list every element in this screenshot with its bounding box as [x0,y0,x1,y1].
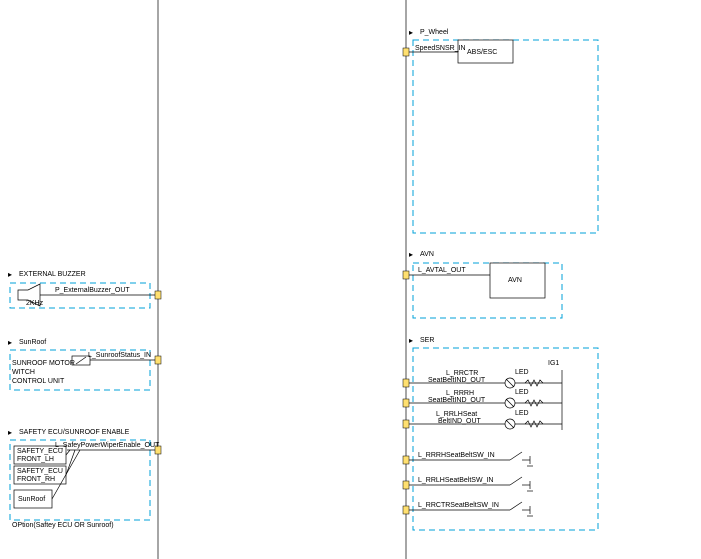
group-header-ser: SER [420,337,434,344]
signal-avtal: L_AVTAL_OUT [418,267,466,274]
group-header-extbuzzer: EXTERNAL BUZZER [19,271,86,278]
group-header-safety: SAFETY ECU/SUNROOF ENABLE [19,429,129,436]
ser-led3: LED [515,410,529,417]
group-header-p-wheel: P_Wheel [420,29,448,36]
ser-ig1: IG1 [548,360,559,367]
ser-s4: L_RRRHSeatBeltSW_IN [418,452,495,459]
ser-led2: LED [515,389,529,396]
ser-s1b: SeatBeltIND_OUT [428,377,485,384]
block-avn: AVN [508,277,522,284]
safety-option: OPtion(Saftey ECU OR Sunroof) [12,522,114,529]
safety-row2: FRONT_LH [17,456,54,463]
ser-s2b: SeatBeltIND_OUT [428,397,485,404]
group-header-safety-arrow [8,428,12,437]
group-header-sunroof-arrow [8,338,12,347]
group-header-extbuzzer-arrow [8,270,12,279]
sunroof-unit3: CONTROL UNIT [12,378,64,385]
safety-row4: FRONT_RH [17,476,55,483]
safety-row5: SunRoof [18,496,45,503]
ser-s2a: L_RRRH [446,390,474,397]
ser-led1: LED [515,369,529,376]
wiring-diagram [0,0,701,559]
sunroof-unit2: WITCH [12,369,35,376]
group-header-ser-arrow [409,336,413,345]
sunroof-unit1: SUNROOF MOTOR [12,360,75,367]
safety-row3: SAFETY_ECU [17,468,63,475]
group-header-avn-arrow [409,250,413,259]
signal-safety: L_SafeyPowerWiperEnable_OUT [55,442,159,449]
safety-row1: SAFETY_ECU [17,448,63,455]
group-header-avn: AVN [420,251,434,258]
signal-sunroof: L_SunroofStatus_IN [88,352,151,359]
extbuzzer-freq: 2KHz [26,300,43,307]
ser-s5: L_RRLHSeatBeltSW_IN [418,477,493,484]
group-header-sunroof: SunRoof [19,339,46,346]
group-header-p-wheel-arrow [409,28,413,37]
ser-s3b: BeltIND_OUT [438,418,481,425]
signal-speedsnsr: SpeedSNSR_IN [415,45,466,52]
signal-extbuzzer: P_ExternalBuzzer_OUT [55,287,130,294]
ser-s3a: L_RRLHSeat [436,411,477,418]
ser-s1a: L_RRCTR [446,370,478,377]
block-abs-esc: ABS/ESC [467,49,497,56]
ser-s6: L_RRCTRSeatBeltSW_IN [418,502,499,509]
